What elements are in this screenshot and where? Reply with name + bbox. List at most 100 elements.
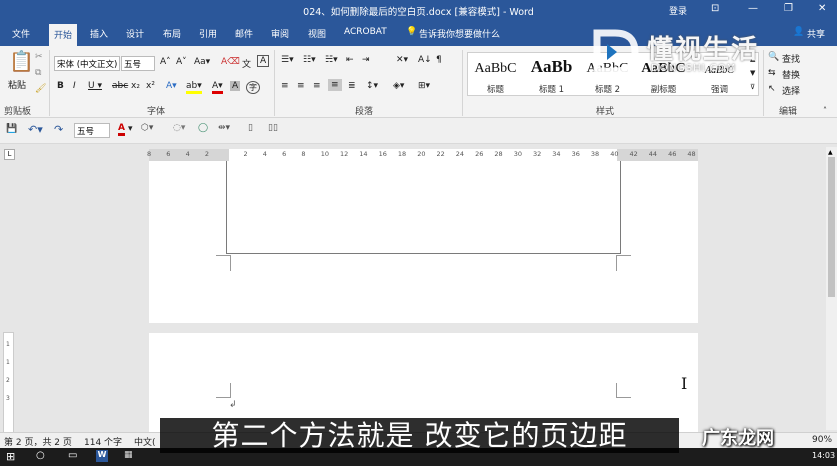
share-icon[interactable]: 👤	[793, 27, 804, 37]
font-name-select[interactable]: 宋体 (中文正文)	[54, 56, 120, 71]
select-button[interactable]: 选择	[782, 84, 800, 97]
qat-fill-icon[interactable]: ◌▾	[173, 123, 185, 133]
close-icon[interactable]: ✕	[818, 3, 826, 14]
undo-icon[interactable]: ↶▾	[28, 123, 43, 136]
subscript-icon[interactable]: x₂	[131, 81, 140, 91]
watermark-brand-cn: 懂视生活	[647, 35, 760, 65]
char-shading-icon[interactable]: A	[230, 81, 241, 91]
language-indicator[interactable]: 中文(	[134, 435, 156, 448]
tab-view[interactable]: 视图	[308, 27, 326, 40]
font-color-icon[interactable]: A▾	[212, 81, 223, 94]
qat-resize-icon[interactable]: ⇹▾	[218, 123, 230, 133]
qat-font-size-select[interactable]: 五号	[74, 123, 110, 138]
vertical-scrollbar[interactable]: ▲	[826, 147, 837, 430]
tab-references[interactable]: 引用	[199, 27, 217, 40]
paste-button[interactable]: 粘贴	[8, 78, 26, 91]
select-icon[interactable]: ↖	[768, 84, 776, 94]
tell-me-icon[interactable]: 💡	[406, 27, 417, 37]
tab-home[interactable]: 开始	[49, 24, 78, 46]
tab-acrobat[interactable]: ACROBAT	[344, 27, 387, 37]
scrollbar-thumb[interactable]	[828, 157, 835, 297]
taskbar-app-icon[interactable]: ▦	[124, 450, 133, 460]
cut-icon[interactable]: ✂	[35, 52, 43, 62]
text-box[interactable]	[226, 161, 621, 254]
clear-format-icon[interactable]: A⌫	[221, 57, 240, 67]
styles-more-icon[interactable]: ⊽	[750, 83, 755, 91]
qat-shape-icon[interactable]: ⬡▾	[141, 123, 153, 133]
vertical-ruler[interactable]: 1 1 2 3	[3, 332, 14, 442]
qat-font-color-icon[interactable]: A	[118, 123, 125, 136]
tab-mailings[interactable]: 邮件	[235, 27, 253, 40]
style-name: 强调	[710, 85, 728, 95]
tab-design[interactable]: 设计	[126, 27, 144, 40]
paste-icon[interactable]: 📋	[9, 49, 34, 73]
maximize-icon[interactable]: ❐	[784, 3, 793, 14]
format-painter-icon[interactable]: 🖌	[35, 84, 46, 94]
distribute-icon[interactable]: ≣	[348, 81, 356, 91]
page-count[interactable]: 第 2 页，共 2 页	[4, 435, 72, 448]
align-left-icon[interactable]: ≡	[281, 81, 289, 91]
start-icon[interactable]: ⊞	[6, 450, 15, 463]
ruler-tick-label: 30	[513, 150, 522, 158]
justify-icon[interactable]: ≡	[328, 79, 342, 91]
show-marks-icon[interactable]: ¶	[436, 55, 442, 65]
tab-selector-icon[interactable]: L	[4, 149, 15, 160]
search-icon[interactable]: ○	[36, 450, 45, 461]
bullets-icon[interactable]: ☰▾	[281, 55, 294, 65]
tell-me-input[interactable]: 告诉我你想要做什么	[419, 27, 500, 40]
highlight-icon[interactable]: ab▾	[186, 81, 202, 94]
tab-insert[interactable]: 插入	[90, 27, 108, 40]
word-taskbar-icon[interactable]: W	[96, 450, 108, 462]
qat-page-icon[interactable]: ▯	[248, 123, 253, 133]
bold-icon[interactable]: B	[57, 81, 64, 91]
decrease-indent-icon[interactable]: ⇤	[346, 55, 354, 65]
superscript-icon[interactable]: x²	[146, 81, 155, 91]
tab-review[interactable]: 审阅	[271, 27, 289, 40]
shrink-font-icon[interactable]: A˅	[176, 57, 187, 67]
italic-icon[interactable]: I	[73, 81, 76, 91]
line-spacing-icon[interactable]: ↕▾	[366, 81, 378, 91]
enclose-char-icon[interactable]: 字	[246, 81, 260, 94]
strikethrough-icon[interactable]: abc	[112, 81, 128, 91]
dropdown-arrow-icon[interactable]: ▾	[128, 124, 133, 134]
font-size-select[interactable]: 五号	[121, 56, 155, 71]
collapse-ribbon-icon[interactable]: ˄	[823, 106, 827, 115]
editing-group-label: 编辑	[779, 107, 798, 117]
change-case-icon[interactable]: Aa▾	[194, 57, 210, 67]
login-link[interactable]: 登录	[669, 4, 687, 17]
tab-file[interactable]: 文件	[12, 27, 30, 40]
zoom-level[interactable]: 90%	[812, 435, 832, 445]
shading-icon[interactable]: ◈▾	[393, 81, 404, 91]
qat-columns-icon[interactable]: ▯▯	[268, 123, 278, 133]
task-view-icon[interactable]: ▭	[68, 450, 77, 461]
pinyin-icon[interactable]: 文	[242, 57, 251, 70]
ribbon-display-icon[interactable]: ⊡	[711, 3, 719, 14]
minimize-icon[interactable]: —	[748, 3, 758, 14]
ruler-tick-label: 4	[185, 150, 190, 158]
horizontal-ruler[interactable]: 8 6 4 2 2 4 6 8 10 12 14 16 18 20 22 24 26 28 30 32 34 36 38 40…	[147, 149, 698, 161]
increase-indent-icon[interactable]: ⇥	[362, 55, 370, 65]
style-name: 副标题	[650, 85, 677, 95]
sort-icon[interactable]: A↓	[418, 55, 432, 65]
redo-icon[interactable]: ↷	[54, 123, 63, 136]
numbering-icon[interactable]: ☷▾	[303, 55, 316, 65]
clock[interactable]: 14:03	[812, 451, 835, 460]
save-icon[interactable]: 💾	[6, 124, 17, 134]
multilevel-icon[interactable]: ☵▾	[325, 55, 338, 65]
align-center-icon[interactable]: ≡	[297, 81, 305, 91]
share-button[interactable]: 共享	[807, 27, 825, 40]
text-effect-icon[interactable]: A▾	[166, 81, 177, 91]
qat-circle-icon[interactable]: ◯	[198, 123, 208, 133]
chinese-layout-icon[interactable]: ✕▾	[396, 55, 408, 65]
grow-font-icon[interactable]: A˄	[160, 57, 171, 67]
borders-icon[interactable]: ⊞▾	[418, 81, 430, 91]
style-heading1[interactable]: AaBb 标题 1	[524, 53, 579, 97]
tab-layout[interactable]: 布局	[163, 27, 181, 40]
char-border-icon[interactable]: A	[257, 55, 270, 67]
underline-icon[interactable]: U ▾	[88, 81, 102, 91]
style-title[interactable]: AaBbC 标题	[468, 53, 523, 97]
copy-icon[interactable]: ⧉	[35, 68, 41, 78]
scroll-up-icon[interactable]: ▲	[828, 149, 835, 156]
word-count[interactable]: 114 个字	[84, 435, 122, 448]
align-right-icon[interactable]: ≡	[313, 81, 321, 91]
